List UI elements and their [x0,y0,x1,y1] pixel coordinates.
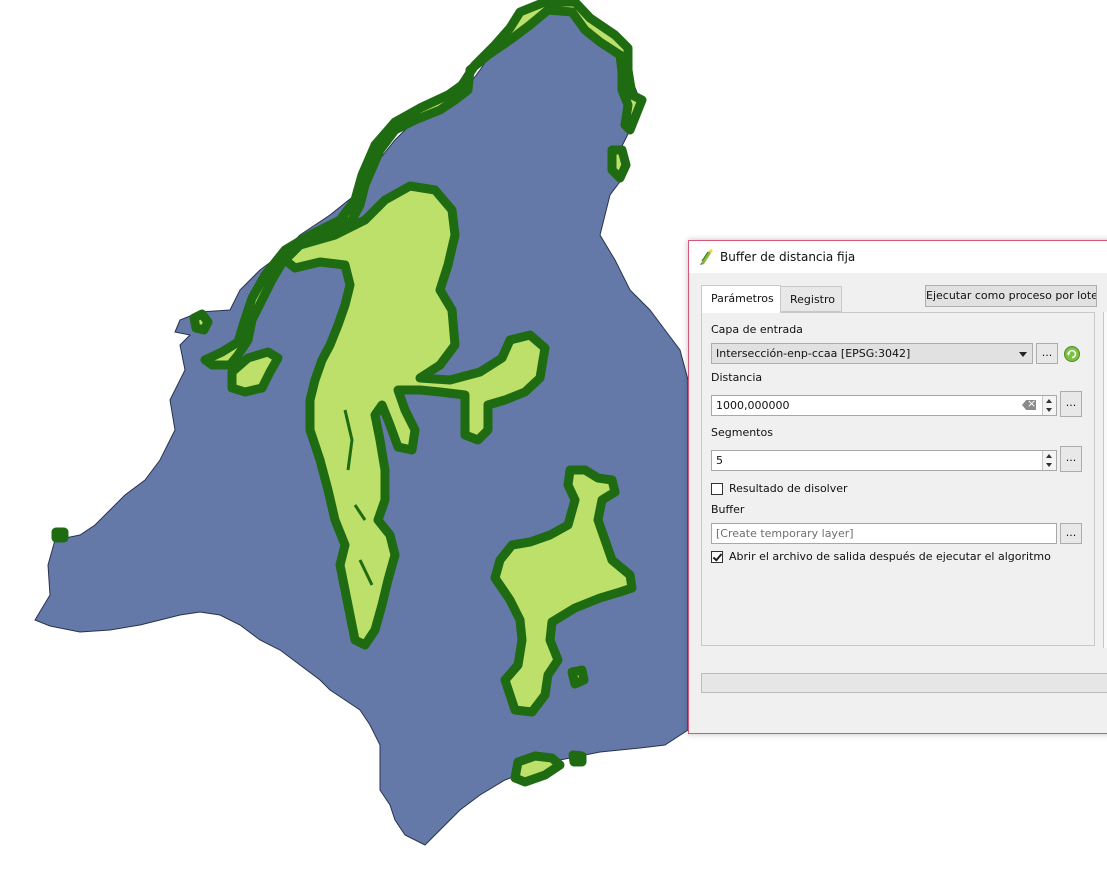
help-panel-edge [1103,312,1107,648]
input-layer-more-button[interactable]: ... [1036,343,1058,364]
dissolve-label[interactable]: Resultado de disolver [729,482,848,495]
buffer-tool-icon [700,249,713,265]
input-layer-label: Capa de entrada [711,323,803,336]
open-output-label[interactable]: Abrir el archivo de salida después de ej… [729,550,1051,563]
output-placeholder: [Create temporary layer] [716,527,854,540]
output-more-button[interactable]: ... [1060,523,1082,544]
dialog-title: Buffer de distancia fija [720,250,856,264]
buffer-small-southeast [567,665,589,689]
distance-label: Distancia [711,371,763,384]
spin-down-icon[interactable] [1046,463,1052,467]
segments-field[interactable]: 5 [711,450,1057,471]
buffer-bottom-piece [510,751,565,787]
buffer-far-left-dot [51,527,69,543]
spin-up-icon[interactable] [1046,454,1052,458]
buffer-northeast-piece [607,145,631,183]
batch-process-button[interactable]: Ejecutar como proceso por lotes... [925,285,1097,307]
output-label: Buffer [711,503,745,516]
distance-more-button[interactable]: ... [1060,391,1082,417]
dissolve-checkbox[interactable] [711,483,723,495]
tab-registro[interactable]: Registro [781,286,842,312]
segments-value: 5 [716,454,723,467]
buffer-left-dot [189,309,213,335]
dialog-titlebar[interactable]: Buffer de distancia fija [689,241,1107,273]
iterate-refresh-icon[interactable] [1063,345,1081,363]
spin-down-icon[interactable] [1046,408,1052,412]
chevron-down-icon [1019,352,1027,357]
segments-spinner[interactable] [1042,451,1056,470]
distance-field[interactable]: 1000,000000 [711,395,1057,416]
distance-value: 1000,000000 [716,399,790,412]
input-layer-value: Intersección-enp-ccaa [EPSG:3042] [716,347,911,360]
buffer-dialog: Buffer de distancia fija Parámetros Regi… [688,240,1107,734]
segments-more-button[interactable]: ... [1060,446,1082,472]
progress-bar [701,673,1107,693]
distance-spinner[interactable] [1042,396,1056,415]
buffer-bottom-dot [568,750,587,767]
open-output-checkbox[interactable] [711,551,723,563]
input-layer-combo[interactable]: Intersección-enp-ccaa [EPSG:3042] [711,343,1033,364]
segments-label: Segmentos [711,426,773,439]
spin-up-icon[interactable] [1046,399,1052,403]
tab-parametros[interactable]: Parámetros [701,285,781,313]
output-field[interactable]: [Create temporary layer] [711,523,1057,544]
